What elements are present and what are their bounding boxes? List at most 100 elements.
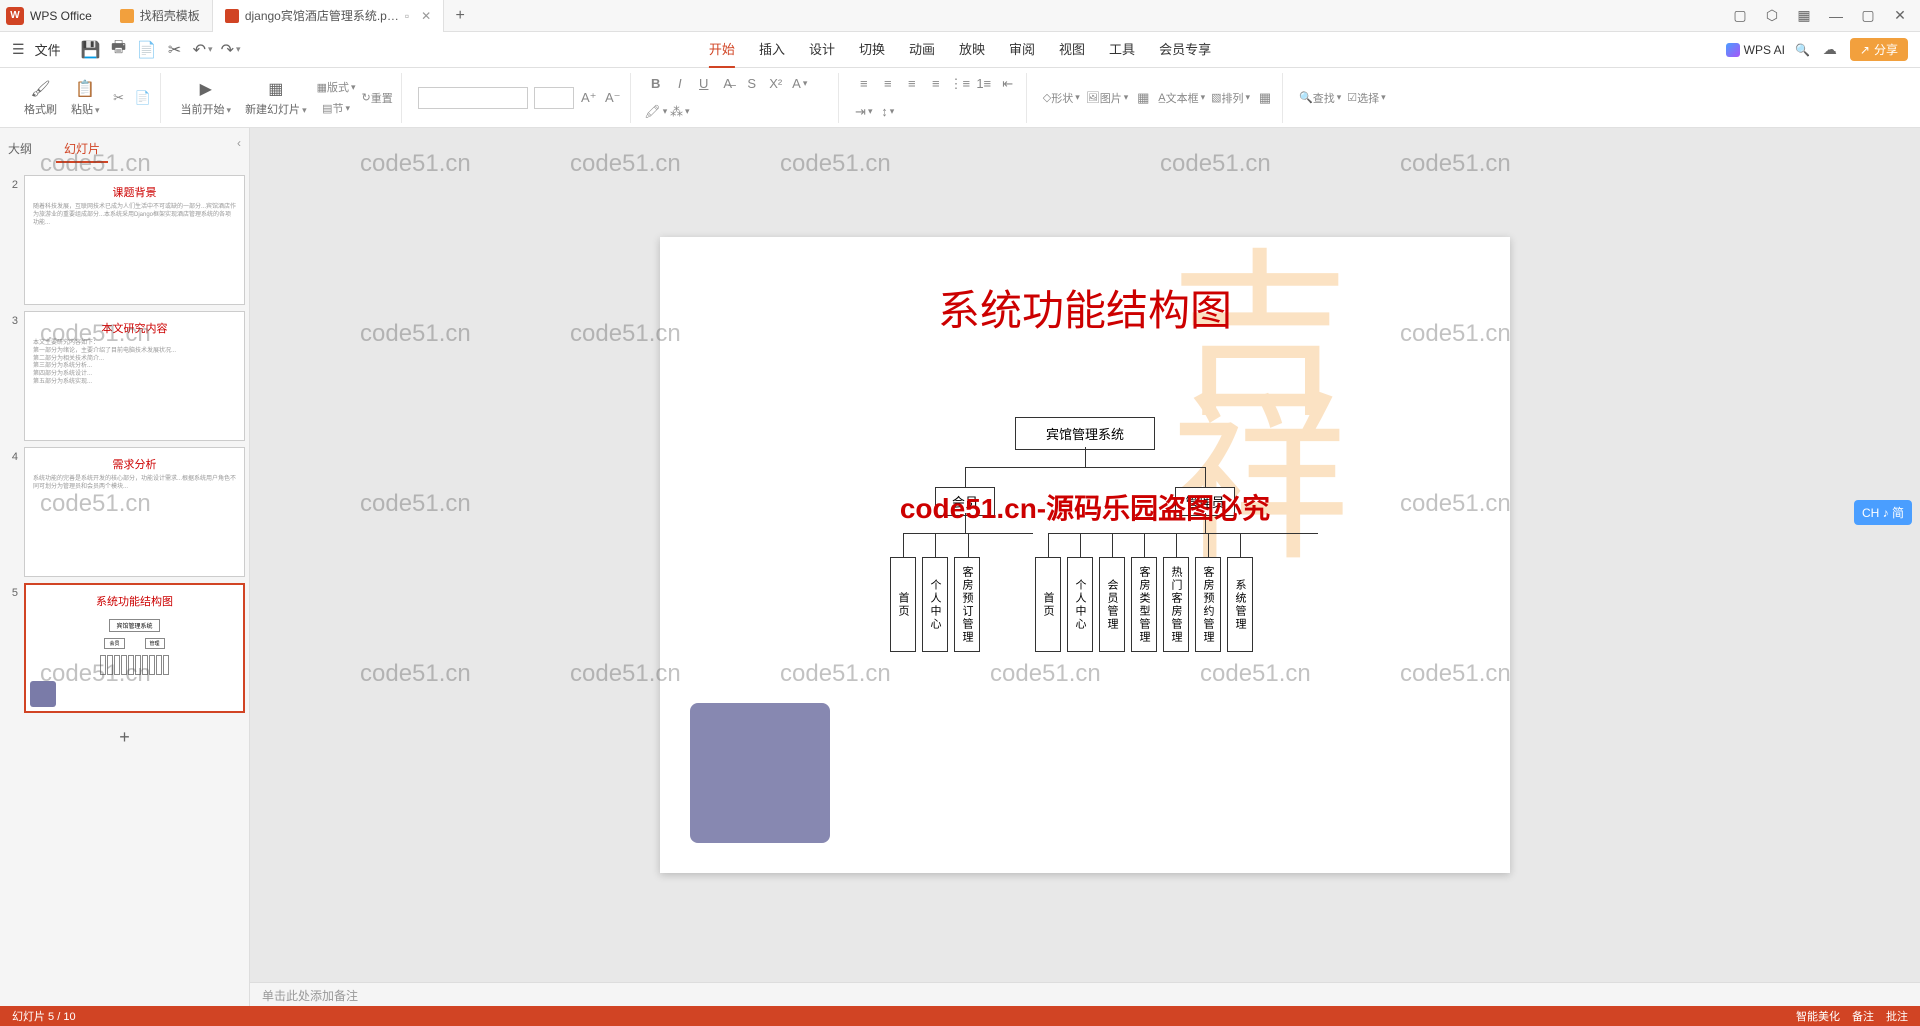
tab-template[interactable]: 找稻壳模板 xyxy=(108,0,213,32)
outline-tab[interactable]: 大纲 xyxy=(0,136,40,163)
clipboard-group: 🖌格式刷 📋粘贴▾ ✂ 📄 xyxy=(12,73,161,123)
strike-button[interactable]: A̶ xyxy=(719,75,737,93)
decrease-font-icon[interactable]: A⁻ xyxy=(604,89,622,107)
textbox-button[interactable]: A̲ 文本框▾ xyxy=(1158,89,1205,107)
save-icon[interactable]: 💾 xyxy=(83,42,99,58)
tab-animation[interactable]: 动画 xyxy=(909,31,935,68)
add-slide-button[interactable]: + xyxy=(4,719,245,756)
node-personal2: 个人中心 xyxy=(1067,557,1093,652)
find-button[interactable]: 🔍 查找▾ xyxy=(1299,89,1341,107)
bullets-icon[interactable]: ⋮≡ xyxy=(951,75,969,93)
increase-font-icon[interactable]: A⁺ xyxy=(580,89,598,107)
notes-button[interactable]: 备注 xyxy=(1852,1008,1874,1024)
format-brush-button[interactable]: 🖌格式刷 xyxy=(20,77,61,119)
strikethrough-button[interactable]: S xyxy=(743,75,761,93)
thumb-body: 本文主要研究内容如下：第一部分为绪论，主要介绍了目前电脑技术发展状况...第二部… xyxy=(33,340,236,387)
thumb-title: 本文研究内容 xyxy=(33,320,236,336)
search-icon[interactable]: 🔍 xyxy=(1795,43,1810,57)
slide-thumb-3[interactable]: 本文研究内容 本文主要研究内容如下：第一部分为绪论，主要介绍了目前电脑技术发展状… xyxy=(24,311,245,441)
format-button[interactable]: ⁂▾ xyxy=(671,103,689,121)
slide-thumb-5[interactable]: 系统功能结构图 宾馆管理系统 会员 管理 xyxy=(24,583,245,713)
font-color-button[interactable]: A▾ xyxy=(791,75,809,93)
cloud-icon[interactable]: ☁ xyxy=(1822,42,1838,58)
maximize-button[interactable]: ▢ xyxy=(1860,8,1876,24)
ime-indicator[interactable]: CH ♪ 简 xyxy=(1854,500,1912,525)
panel-icon[interactable]: ▢ xyxy=(1732,8,1748,24)
slides-tab[interactable]: 幻灯片 xyxy=(56,136,108,163)
shape-button[interactable]: ◇ 形状▾ xyxy=(1043,89,1080,107)
paste-button[interactable]: 📋粘贴▾ xyxy=(67,77,104,119)
menubar: ☰ 文件 💾 🖶 📄 ✂ ↶▾ ↷▾ 开始 插入 设计 切换 动画 放映 审阅 … xyxy=(0,32,1920,68)
bold-button[interactable]: B xyxy=(647,75,665,93)
align-center-icon[interactable]: ≡ xyxy=(879,75,897,93)
layout-button[interactable]: ▦ 版式▾ xyxy=(317,78,356,96)
preview-icon[interactable]: 📄 xyxy=(139,42,155,58)
highlight-button[interactable]: 🖍▾ xyxy=(647,103,665,121)
redo-icon[interactable]: ↷▾ xyxy=(223,42,239,58)
image-button[interactable]: 🖼 图片▾ xyxy=(1086,89,1129,107)
thumb-diagram: 宾馆管理系统 会员 管理 xyxy=(34,619,235,675)
tab-view[interactable]: 视图 xyxy=(1059,31,1085,68)
share-button[interactable]: ↗ 分享 xyxy=(1850,38,1908,61)
current-slide[interactable]: 吉祥 系统功能结构图 宾馆管理系统 会员 管理员 xyxy=(660,237,1510,873)
thumb-row: 2 课题背景 随着科技发展，互联网技术已成为人们生活中不可或缺的一部分...宾馆… xyxy=(4,175,245,305)
wps-ai-button[interactable]: WPS AI 🔍 xyxy=(1726,43,1810,57)
italic-button[interactable]: I xyxy=(671,75,689,93)
align-right-icon[interactable]: ≡ xyxy=(903,75,921,93)
font-select[interactable] xyxy=(418,87,528,109)
undo-icon[interactable]: ↶▾ xyxy=(195,42,211,58)
underline-button[interactable]: U xyxy=(695,75,713,93)
notes-placeholder[interactable]: 单击此处添加备注 xyxy=(250,982,1920,1006)
tab-transition[interactable]: 切换 xyxy=(859,31,885,68)
justify-icon[interactable]: ≡ xyxy=(927,75,945,93)
tab-review[interactable]: 审阅 xyxy=(1009,31,1035,68)
copy-button[interactable]: 📄 xyxy=(134,89,152,107)
extra-icon[interactable]: ▦ xyxy=(1134,89,1152,107)
close-button[interactable]: ✕ xyxy=(1892,8,1908,24)
tab-document[interactable]: django宾馆酒店管理系统.p… ▫ ✕ xyxy=(213,0,444,32)
tab-design[interactable]: 设计 xyxy=(809,31,835,68)
align-left-icon[interactable]: ≡ xyxy=(855,75,873,93)
arrange-button[interactable]: ▧ 排列▾ xyxy=(1211,89,1250,107)
text-format-group: B I U A̶ S X² A▾ 🖍▾ ⁂▾ xyxy=(639,73,839,123)
file-menu[interactable]: 文件 xyxy=(35,40,61,59)
statusbar: 幻灯片 5 / 10 智能美化 备注 批注 xyxy=(0,1006,1920,1026)
select-button[interactable]: ☑ 选择▾ xyxy=(1347,89,1385,107)
indent-dec-icon[interactable]: ⇤ xyxy=(999,75,1017,93)
cube-icon[interactable]: ⬡ xyxy=(1764,8,1780,24)
tab-menu-icon[interactable]: ▫ xyxy=(405,9,409,23)
hamburger-icon[interactable]: ☰ xyxy=(12,41,25,58)
reset-button[interactable]: ↻ 重置 xyxy=(362,89,393,107)
paragraph-group: ≡ ≡ ≡ ≡ ⋮≡ 1≡ ⇤ ⇥▾ ↕▾ xyxy=(847,73,1027,123)
node-personal: 个人中心 xyxy=(922,557,948,652)
tab-tools[interactable]: 工具 xyxy=(1109,31,1135,68)
line-spacing-icon[interactable]: ↕▾ xyxy=(879,103,897,121)
indent-inc-icon[interactable]: ⇥▾ xyxy=(855,103,873,121)
slide-title: 系统功能结构图 xyxy=(660,277,1510,338)
slide-panel: 大纲 幻灯片 ‹ 2 课题背景 随着科技发展，互联网技术已成为人们生活中不可或缺… xyxy=(0,128,250,1006)
numbering-icon[interactable]: 1≡ xyxy=(975,75,993,93)
begin-button[interactable]: ▶当前开始▾ xyxy=(177,77,236,119)
grid-icon[interactable]: ▦ xyxy=(1796,8,1812,24)
tab-start[interactable]: 开始 xyxy=(709,31,735,68)
slide-thumb-4[interactable]: 需求分析 系统功能的完善是系统开发的核心部分，功能设计需求...根据系统用户角色… xyxy=(24,447,245,577)
new-slide-button[interactable]: ▦新建幻灯片▾ xyxy=(241,77,311,119)
size-select[interactable] xyxy=(534,87,574,109)
print-icon[interactable]: 🖶 xyxy=(111,42,127,58)
comments-button[interactable]: 批注 xyxy=(1886,1008,1908,1024)
minimize-button[interactable]: — xyxy=(1828,8,1844,24)
collapse-icon[interactable]: ‹ xyxy=(237,136,241,163)
section-button[interactable]: ▤ 节▾ xyxy=(317,99,356,117)
add-tab-button[interactable]: + xyxy=(444,0,476,32)
tab-member[interactable]: 会员专享 xyxy=(1159,31,1211,68)
beautify-button[interactable]: 智能美化 xyxy=(1796,1008,1840,1024)
tab-slideshow[interactable]: 放映 xyxy=(959,31,985,68)
slide-thumb-2[interactable]: 课题背景 随着科技发展，互联网技术已成为人们生活中不可或缺的一部分...宾馆酒店… xyxy=(24,175,245,305)
cut-button[interactable]: ✂ xyxy=(110,89,128,107)
quick-access: 💾 🖶 📄 ✂ ↶▾ ↷▾ xyxy=(83,42,239,58)
superscript-button[interactable]: X² xyxy=(767,75,785,93)
close-icon[interactable]: ✕ xyxy=(421,9,431,23)
cut-icon[interactable]: ✂ xyxy=(167,42,183,58)
extra2-icon[interactable]: ▦ xyxy=(1256,89,1274,107)
tab-insert[interactable]: 插入 xyxy=(759,31,785,68)
